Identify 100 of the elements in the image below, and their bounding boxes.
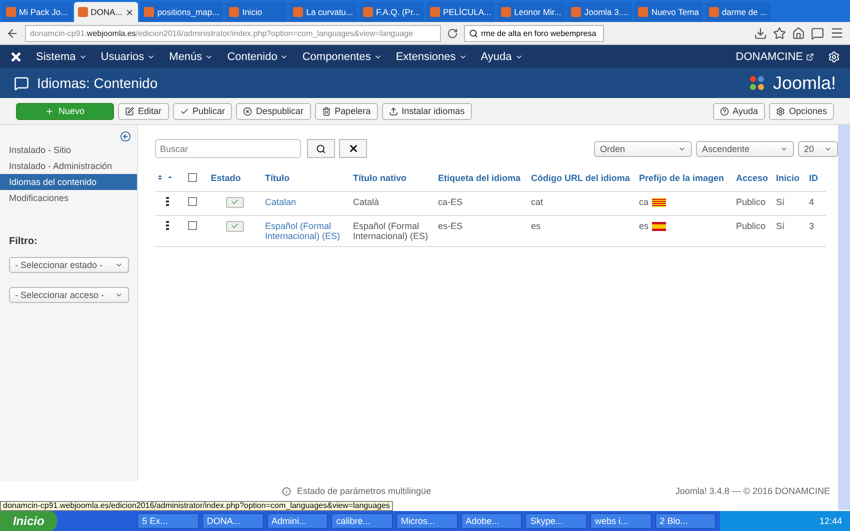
chat-icon	[14, 76, 29, 90]
search-button[interactable]	[307, 139, 335, 158]
filter-select[interactable]: - Seleccionar acceso -	[9, 287, 129, 303]
toolbar-button[interactable]: Nuevo	[16, 102, 114, 120]
toolbar-button[interactable]: Despublicar	[236, 102, 311, 120]
reload-icon[interactable]	[447, 28, 458, 38]
sidebar-item[interactable]: Instalado - Administración	[0, 158, 137, 174]
column-header[interactable]: Inicio	[773, 166, 806, 191]
download-icon[interactable]	[754, 26, 767, 40]
browser-tab[interactable]: Joomla 3....	[567, 2, 632, 22]
column-header[interactable]: Código URL del idioma	[528, 166, 636, 191]
clock: 12:44	[819, 516, 842, 526]
taskbar-button[interactable]: calibre...	[331, 513, 393, 529]
taskbar-button[interactable]: webs i...	[590, 513, 652, 529]
drag-handle-icon[interactable]	[166, 220, 169, 230]
back-icon[interactable]	[6, 26, 19, 40]
search-field[interactable]: Buscar	[155, 139, 301, 158]
browser-tab[interactable]: Inicio	[225, 2, 288, 22]
browser-tab[interactable]: darme de ...	[704, 2, 772, 22]
clear-button[interactable]	[339, 139, 367, 158]
language-link[interactable]: Español (Formal Internacional) (ES)	[265, 220, 347, 240]
nav-menu[interactable]: Componentes	[302, 50, 382, 62]
search-field[interactable]: rme de alta en foro webempresa	[464, 24, 604, 42]
site-icon	[6, 7, 16, 17]
sort-select[interactable]: Ascendente	[696, 140, 794, 156]
browser-tab[interactable]: positions_map...	[140, 2, 224, 22]
table-cell: es-ES	[438, 220, 463, 230]
taskbar-button[interactable]: 5 Ex...	[137, 513, 199, 529]
browser-tab[interactable]: PELÍCULA...	[426, 2, 496, 22]
toolbar-button[interactable]: Instalar idiomas	[382, 102, 472, 120]
browser-tab[interactable]: DONA...	[74, 2, 138, 22]
published-toggle[interactable]	[226, 220, 244, 232]
site-icon	[363, 7, 373, 17]
column-header[interactable]: Título nativo	[350, 166, 435, 191]
column-header[interactable]: Título	[262, 166, 350, 191]
site-icon	[144, 7, 154, 17]
edit-icon	[125, 106, 134, 116]
nav-menu[interactable]: Contenido	[227, 50, 288, 62]
drag-handle-icon[interactable]	[166, 196, 169, 206]
menu-icon[interactable]	[830, 26, 844, 40]
nav-menu[interactable]: Ayuda	[480, 50, 523, 62]
published-toggle[interactable]	[226, 196, 244, 208]
plus-icon	[45, 106, 54, 116]
table-cell: Sí	[776, 196, 785, 206]
column-header[interactable]: Acceso	[733, 166, 773, 191]
flag-icon	[652, 222, 666, 231]
scrollbar[interactable]	[838, 125, 850, 510]
address-field[interactable]: donamcin-cp91.webjoomla.es/edicion2016/administrator/index.php?option=com_languages&view=language	[25, 24, 441, 42]
collapse-icon[interactable]	[120, 131, 131, 142]
column-header[interactable]: Estado	[208, 166, 262, 191]
taskbar-button[interactable]: Adobe...	[460, 513, 522, 529]
nav-menu[interactable]: Menús	[169, 50, 214, 62]
trash-icon	[322, 106, 331, 116]
toolbar-button[interactable]: Opciones	[768, 102, 834, 120]
taskbar-button[interactable]: Admini...	[266, 513, 328, 529]
language-link[interactable]: Catalan	[265, 196, 296, 206]
star-icon[interactable]	[773, 26, 786, 40]
table-cell: ca	[639, 196, 649, 206]
site-icon	[78, 7, 88, 17]
nav-menu[interactable]: Sistema	[36, 50, 87, 62]
sidebar-item[interactable]: Instalado - Sitio	[0, 142, 137, 158]
upload-icon	[388, 106, 398, 116]
filter-select[interactable]: - Seleccionar estado -	[9, 257, 129, 273]
start-button[interactable]: Inicio	[0, 511, 58, 531]
browser-tab[interactable]: F.A.Q. (Pr...	[359, 2, 424, 22]
browser-tab[interactable]: La curvatu...	[289, 2, 357, 22]
chat-icon[interactable]	[811, 26, 824, 40]
sort-select[interactable]: 20	[798, 140, 838, 156]
check-icon	[230, 222, 239, 230]
table-cell: 4	[809, 196, 814, 206]
taskbar-button[interactable]: Skype...	[525, 513, 588, 529]
home-icon[interactable]	[792, 26, 805, 40]
toolbar-button[interactable]: Ayuda	[712, 102, 765, 120]
column-header[interactable]: Etiqueta del idioma	[435, 166, 528, 191]
toolbar-button[interactable]: Publicar	[172, 102, 232, 120]
nav-menu[interactable]: Usuarios	[100, 50, 156, 62]
browser-tab[interactable]: Mi Pack Jo...	[2, 2, 72, 22]
settings-icon[interactable]	[828, 50, 840, 62]
select-all-checkbox[interactable]	[188, 172, 198, 182]
toolbar-button[interactable]: Editar	[118, 102, 169, 120]
table-cell: Sí	[776, 220, 785, 230]
version-text: Joomla! 3.4.8 — © 2016 DONAMCINE	[675, 486, 830, 496]
taskbar-button[interactable]: DONA...	[202, 513, 264, 529]
close-icon[interactable]	[125, 8, 134, 16]
taskbar-button[interactable]: 2 Blo...	[654, 513, 716, 529]
nav-menu[interactable]: Extensiones	[396, 50, 467, 62]
row-checkbox[interactable]	[188, 196, 198, 206]
site-link[interactable]: DONAMCINE	[736, 50, 814, 62]
row-checkbox[interactable]	[188, 220, 198, 230]
sidebar-item[interactable]: Modificaciones	[0, 190, 137, 206]
taskbar-button[interactable]: Micros...	[396, 513, 458, 529]
browser-tab[interactable]: Leonor Mir...	[497, 2, 566, 22]
sort-icon[interactable]	[158, 174, 172, 182]
sort-select[interactable]: Orden	[594, 140, 692, 156]
column-header[interactable]: ID	[806, 166, 826, 191]
column-header[interactable]: Prefijo de la imagen	[636, 166, 733, 191]
table-cell: Publico	[736, 196, 766, 206]
sidebar-item[interactable]: Idiomas del contenido	[0, 174, 137, 190]
browser-tab[interactable]: Nuevo Tema	[634, 2, 703, 22]
toolbar-button[interactable]: Papelera	[314, 102, 378, 120]
